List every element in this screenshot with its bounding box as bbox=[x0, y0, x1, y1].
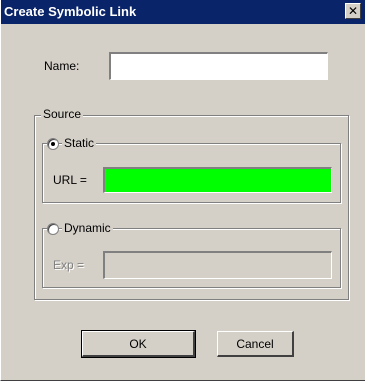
exp-input bbox=[103, 251, 332, 279]
close-icon: ✕ bbox=[347, 4, 359, 18]
cancel-button[interactable]: Cancel bbox=[217, 331, 294, 357]
close-button[interactable]: ✕ bbox=[345, 3, 361, 19]
url-input[interactable] bbox=[103, 167, 332, 193]
ok-button[interactable]: OK bbox=[81, 330, 196, 358]
radio-selected-dot bbox=[51, 142, 55, 146]
url-label: URL = bbox=[53, 173, 87, 187]
name-input[interactable] bbox=[109, 52, 328, 80]
exp-label: Exp = bbox=[53, 258, 85, 272]
create-symbolic-link-dialog: Create Symbolic Link ✕ Name: Source Stat… bbox=[0, 0, 365, 381]
source-group-label: Source bbox=[41, 107, 84, 121]
static-radio-label[interactable]: Static bbox=[62, 136, 97, 150]
ok-button-label: OK bbox=[129, 336, 147, 351]
dynamic-radio[interactable] bbox=[47, 223, 59, 235]
name-label: Name: bbox=[44, 59, 80, 73]
static-radio[interactable] bbox=[47, 138, 59, 150]
dynamic-radio-label[interactable]: Dynamic bbox=[62, 221, 113, 235]
dialog-title: Create Symbolic Link bbox=[4, 4, 137, 19]
cancel-button-label: Cancel bbox=[236, 336, 274, 351]
title-bar[interactable]: Create Symbolic Link ✕ bbox=[1, 0, 365, 24]
